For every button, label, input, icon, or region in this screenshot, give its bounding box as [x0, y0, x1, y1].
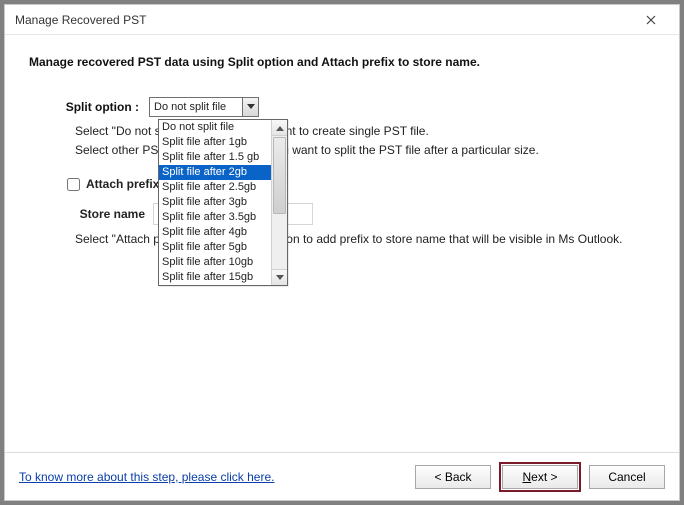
dropdown-option[interactable]: Split file after 2.5gb	[159, 180, 271, 195]
dropdown-option[interactable]: Split file after 10gb	[159, 255, 271, 270]
combobox-toggle[interactable]	[242, 98, 258, 116]
page-heading: Manage recovered PST data using Split op…	[29, 55, 655, 69]
dropdown-option[interactable]: Split file after 1.5 gb	[159, 150, 271, 165]
dropdown-option[interactable]: Split file after 2gb	[159, 165, 271, 180]
dropdown-option[interactable]: Split file after 4gb	[159, 225, 271, 240]
next-rest: ext >	[531, 470, 557, 484]
dropdown-scrollbar[interactable]	[271, 120, 287, 285]
back-button[interactable]: < Back	[415, 465, 491, 489]
dropdown-items: Do not split fileSplit file after 1gbSpl…	[159, 120, 271, 285]
split-option-label: Split option :	[29, 100, 149, 114]
window-title: Manage Recovered PST	[15, 13, 146, 27]
next-mnemonic: N	[522, 470, 531, 484]
close-button[interactable]	[631, 6, 671, 34]
dropdown-option[interactable]: Split file after 3gb	[159, 195, 271, 210]
chevron-down-icon	[247, 104, 255, 110]
scroll-track[interactable]	[272, 136, 287, 269]
dropdown-option[interactable]: Do not split file	[159, 120, 271, 135]
dropdown-option[interactable]: Split file after 5gb	[159, 240, 271, 255]
dropdown-option[interactable]: Split file after 3.5gb	[159, 210, 271, 225]
dropdown-option[interactable]: Split file after 1gb	[159, 135, 271, 150]
dialog-content: Manage recovered PST data using Split op…	[5, 35, 679, 452]
split-option-dropdown[interactable]: Do not split fileSplit file after 1gbSpl…	[158, 119, 288, 286]
dropdown-option[interactable]: Split file after 15gb	[159, 270, 271, 285]
next-button[interactable]: Next >	[502, 465, 578, 489]
next-button-highlight: Next >	[499, 462, 581, 492]
split-option-value: Do not split file	[150, 101, 242, 113]
dialog-window: Manage Recovered PST Manage recovered PS…	[4, 4, 680, 501]
split-option-combobox[interactable]: Do not split file	[149, 97, 259, 117]
scroll-down-button[interactable]	[272, 269, 287, 285]
chevron-down-icon	[276, 275, 284, 281]
cancel-button[interactable]: Cancel	[589, 465, 665, 489]
scroll-thumb[interactable]	[273, 137, 286, 214]
scroll-up-button[interactable]	[272, 120, 287, 136]
close-icon	[646, 15, 656, 25]
store-name-label: Store name	[67, 207, 153, 221]
store-name-row: Store name	[67, 203, 655, 225]
split-option-row: Split option : Do not split file	[29, 97, 655, 117]
chevron-up-icon	[276, 125, 284, 131]
dialog-footer: To know more about this step, please cli…	[5, 452, 679, 500]
titlebar: Manage Recovered PST	[5, 5, 679, 35]
learn-more-link[interactable]: To know more about this step, please cli…	[19, 470, 274, 484]
attach-prefix-row: Attach prefix to store name	[67, 177, 655, 191]
attach-prefix-checkbox[interactable]	[67, 178, 80, 191]
